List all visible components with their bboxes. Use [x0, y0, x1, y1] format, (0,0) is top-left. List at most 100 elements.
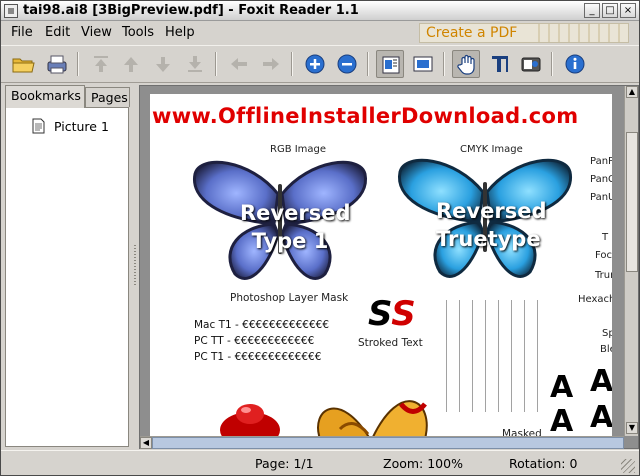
side-label: Focalt	[595, 250, 612, 261]
next-page-button[interactable]	[149, 50, 177, 78]
hand-tool-button[interactable]	[452, 50, 480, 78]
red-sphere-image	[220, 404, 280, 436]
menu-view[interactable]: View	[81, 25, 112, 40]
pdf-page: www.OfflineInstallerDownload.com RGB Ima…	[150, 94, 612, 436]
minimize-button[interactable]: _	[584, 3, 600, 18]
actual-size-icon	[382, 56, 400, 74]
print-button[interactable]	[43, 50, 71, 78]
big-letter: A	[590, 400, 612, 435]
vertical-scrollbar[interactable]: ▲ ▼	[624, 86, 638, 436]
side-label: Sp	[602, 328, 612, 339]
zoom-indicator: Zoom: 100%	[383, 456, 463, 471]
side-label: Blen	[600, 344, 612, 355]
reversed-truetype-line1: Reversed	[436, 199, 547, 223]
back-button[interactable]	[225, 50, 253, 78]
open-button[interactable]	[9, 50, 37, 78]
open-folder-icon	[12, 58, 35, 73]
window-title: tai98.ai8 [3BigPreview.pdf] - Foxit Read…	[23, 3, 359, 18]
side-label: Truma	[595, 270, 612, 281]
status-bar: Page: 1/1 Zoom: 100% Rotation: 0	[1, 450, 639, 475]
zoom-out-icon	[337, 54, 357, 74]
font-row-pc-t1: PC T1 - €€€€€€€€€€€€€	[194, 351, 321, 363]
big-letter: A	[550, 404, 574, 436]
about-icon	[565, 54, 585, 74]
fit-page-button[interactable]	[409, 50, 437, 78]
scroll-left-arrow[interactable]: ◀	[140, 437, 152, 449]
ss-glyph-red: S	[391, 294, 416, 334]
menu-file[interactable]: File	[11, 25, 33, 40]
create-pdf-banner[interactable]: Create a PDF	[419, 23, 629, 43]
text-select-icon	[492, 56, 508, 72]
app-window: tai98.ai8 [3BigPreview.pdf] - Foxit Read…	[0, 0, 640, 476]
hand-tool-icon	[457, 54, 475, 75]
font-row-mac-t1: Mac T1 - €€€€€€€€€€€€€	[194, 319, 329, 331]
actual-size-button[interactable]	[376, 50, 404, 78]
print-icon	[47, 55, 67, 74]
font-row-sample: €€€€€€€€€€€€	[234, 335, 315, 347]
previous-page-button[interactable]	[117, 50, 145, 78]
document-viewport[interactable]: www.OfflineInstallerDownload.com RGB Ima…	[139, 85, 639, 449]
tab-bookmarks[interactable]: Bookmarks	[5, 85, 85, 108]
scroll-up-arrow[interactable]: ▲	[626, 86, 638, 98]
reversed-type1-line1: Reversed	[240, 201, 351, 225]
zoom-out-button[interactable]	[333, 50, 361, 78]
font-row-sample: €€€€€€€€€€€€€	[242, 319, 330, 331]
snapshot-icon	[521, 57, 541, 72]
font-row-label: Mac T1 -	[194, 319, 243, 331]
side-label: PanCoa	[590, 174, 612, 185]
stroked-ss-logo: SS	[368, 294, 416, 334]
zoom-in-icon	[305, 54, 325, 74]
text-select-button[interactable]	[485, 50, 513, 78]
zoom-in-button[interactable]	[301, 50, 329, 78]
toolbar-separator	[443, 52, 445, 76]
photoshop-layer-mask-caption: Photoshop Layer Mask	[230, 292, 349, 304]
navigation-pane: Bookmarks Pages Picture 1	[3, 85, 130, 449]
red-bow-image	[399, 402, 427, 414]
banner-decoration	[530, 24, 628, 42]
side-label: Hexachro	[578, 294, 612, 305]
about-button[interactable]	[561, 50, 589, 78]
toolbar	[1, 45, 639, 83]
horizontal-scroll-thumb[interactable]	[152, 437, 624, 449]
app-icon[interactable]	[4, 4, 18, 18]
ss-glyph-black: S	[368, 294, 392, 334]
close-button[interactable]: ×	[620, 3, 636, 18]
toolbar-separator	[551, 52, 553, 76]
reversed-truetype-line2: Truetype	[436, 227, 541, 251]
scroll-down-arrow[interactable]: ▼	[626, 422, 638, 434]
toolbar-separator	[291, 52, 293, 76]
forward-button[interactable]	[257, 50, 285, 78]
toolbar-separator	[367, 52, 369, 76]
stroked-text-caption: Stroked Text	[358, 337, 423, 349]
menu-edit[interactable]: Edit	[45, 25, 70, 40]
reversed-type1-line2: Type 1	[251, 229, 329, 253]
horizontal-scrollbar[interactable]: ◀	[140, 436, 624, 449]
document-icon	[32, 118, 45, 134]
fit-page-icon	[413, 56, 433, 72]
page-indicator: Page: 1/1	[255, 456, 314, 471]
big-letter: A	[590, 364, 612, 399]
menu-tools[interactable]: Tools	[122, 25, 154, 40]
snapshot-button[interactable]	[517, 50, 545, 78]
font-row-sample: €€€€€€€€€€€€€	[234, 351, 322, 363]
bookmarks-tree: Picture 1	[5, 107, 129, 447]
maximize-button[interactable]: □	[602, 3, 618, 18]
title-bar[interactable]: tai98.ai8 [3BigPreview.pdf] - Foxit Read…	[1, 1, 639, 21]
menu-help[interactable]: Help	[165, 25, 195, 40]
tab-pages[interactable]: Pages	[85, 87, 130, 107]
resize-grip[interactable]	[621, 459, 635, 473]
first-page-button[interactable]	[87, 50, 115, 78]
vertical-scroll-thumb[interactable]	[626, 132, 638, 272]
forward-icon	[263, 58, 279, 70]
last-page-button[interactable]	[181, 50, 209, 78]
font-row-label: PC T1 -	[194, 351, 235, 363]
big-letter: A	[550, 370, 574, 405]
japanese-text-block	[440, 300, 550, 412]
rotation-indicator: Rotation: 0	[509, 456, 578, 471]
pane-splitter[interactable]	[132, 85, 138, 449]
font-row-pc-tt: PC TT - €€€€€€€€€€€€	[194, 335, 314, 347]
side-label: PanPan	[590, 156, 612, 167]
bookmark-item[interactable]: Picture 1	[32, 117, 109, 135]
back-icon	[231, 58, 247, 70]
toolbar-separator	[77, 52, 79, 76]
